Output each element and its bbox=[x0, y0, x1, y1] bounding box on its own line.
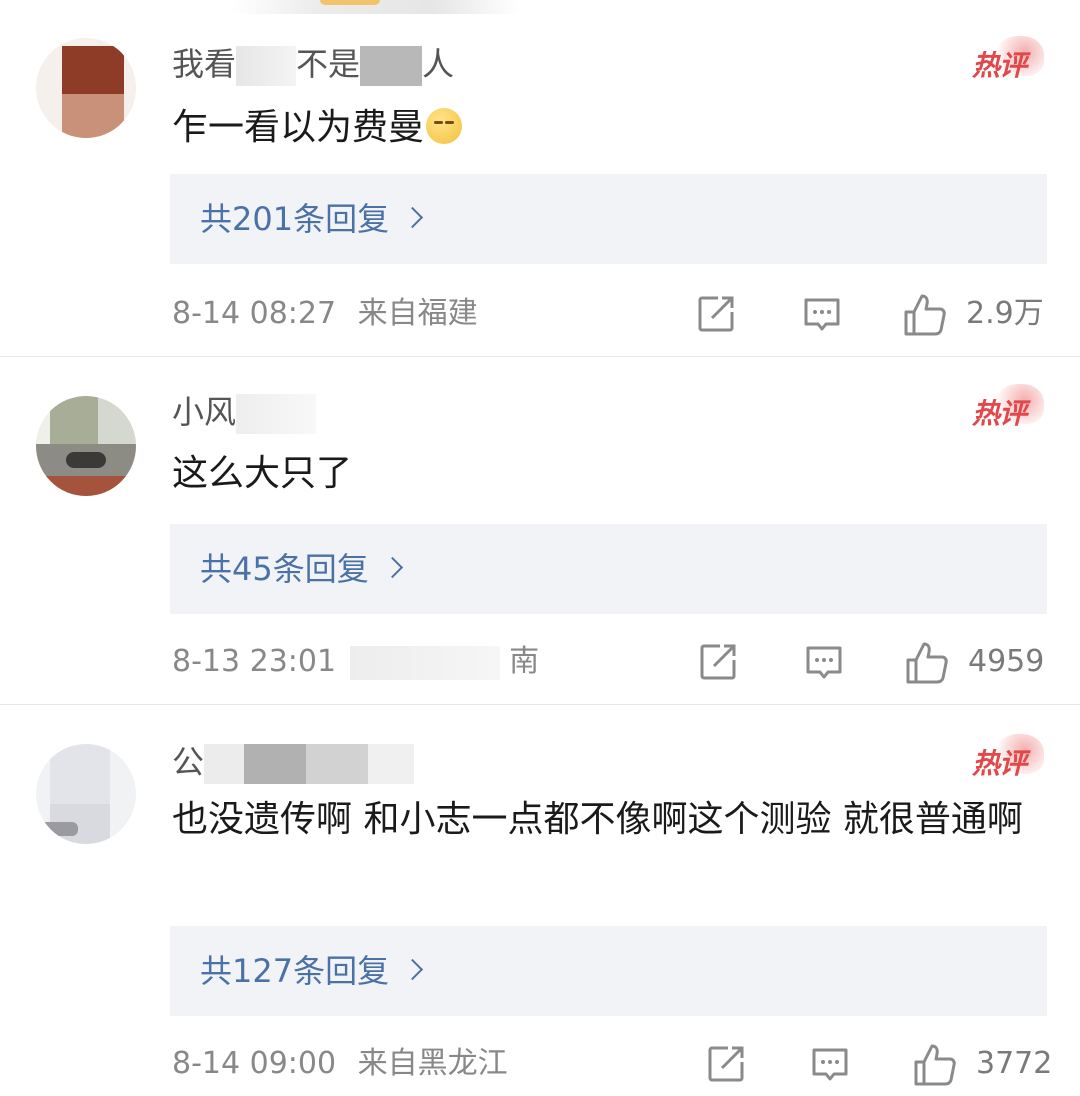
avatar[interactable] bbox=[36, 396, 136, 496]
comment-meta: 8-14 09:00 来自黑龙江 bbox=[172, 1044, 508, 1084]
comment-text: 乍一看以为费曼 bbox=[172, 100, 1042, 156]
thumbs-up-icon[interactable] bbox=[912, 1042, 958, 1088]
avatar[interactable] bbox=[36, 744, 136, 844]
comment-icon[interactable] bbox=[808, 1042, 852, 1086]
meh-face-emoji bbox=[426, 108, 463, 144]
repost-icon[interactable] bbox=[704, 1042, 748, 1086]
hot-comment-badge: 热评 bbox=[968, 384, 1044, 436]
comment-icon[interactable] bbox=[800, 292, 844, 336]
reply-thread-button[interactable]: 共201条回复 bbox=[170, 174, 1047, 264]
username[interactable]: 公 bbox=[172, 742, 415, 784]
comment-item: 公 热评 也没遗传啊 和小志一点都不像啊这个测验 就很普通啊 共127条回复 8… bbox=[0, 706, 1080, 1096]
chevron-right-icon bbox=[401, 206, 424, 229]
reply-count-label: 共127条回复 bbox=[200, 952, 390, 990]
hot-comment-badge: 热评 bbox=[968, 734, 1044, 786]
comment-text: 这么大只了 bbox=[172, 453, 353, 494]
comment-meta: 8-13 23:01 南 bbox=[172, 642, 539, 682]
avatar[interactable] bbox=[36, 38, 136, 138]
like-count: 4959 bbox=[968, 644, 1045, 679]
comment-time: 8-14 08:27 bbox=[172, 296, 337, 331]
repost-icon[interactable] bbox=[694, 292, 738, 336]
comment-time: 8-14 09:00 bbox=[172, 1046, 337, 1081]
comment-location: 来自黑龙江 bbox=[357, 1046, 508, 1081]
comment-footer: 8-14 09:00 来自黑龙江 3772 bbox=[0, 1034, 1080, 1094]
comment-meta: 8-14 08:27 来自福建 bbox=[172, 294, 478, 334]
hot-comment-badge: 热评 bbox=[968, 36, 1044, 88]
comment-footer: 8-14 08:27 来自福建 2.9万 bbox=[0, 284, 1080, 344]
chevron-right-icon bbox=[401, 958, 424, 981]
like-count: 2.9万 bbox=[966, 296, 1044, 331]
comment-item: 我看 不是人 热评 乍一看以为费曼 共201条回复 8-14 08:27 来自福建… bbox=[0, 0, 1080, 358]
username[interactable]: 我看 不是人 bbox=[172, 44, 454, 86]
reply-count-label: 共45条回复 bbox=[200, 550, 369, 588]
comment-location: 来自福建 bbox=[357, 296, 478, 331]
reply-thread-button[interactable]: 共127条回复 bbox=[170, 926, 1047, 1016]
divider bbox=[0, 704, 1080, 705]
comment-footer: 8-13 23:01 南 4959 bbox=[0, 632, 1080, 692]
comment-location: 南 bbox=[509, 644, 540, 679]
username[interactable]: 小风 bbox=[172, 392, 317, 434]
chevron-right-icon bbox=[381, 556, 403, 579]
comment-text: 也没遗传啊 和小志一点都不像啊这个测验 就很普通啊 bbox=[172, 799, 1023, 840]
divider bbox=[0, 356, 1080, 357]
repost-icon[interactable] bbox=[696, 640, 740, 684]
thumbs-up-icon[interactable] bbox=[902, 292, 948, 338]
comment-time: 8-13 23:01 bbox=[172, 644, 337, 679]
reply-count-label: 共201条回复 bbox=[200, 200, 390, 238]
thumbs-up-icon[interactable] bbox=[904, 640, 950, 686]
like-count: 3772 bbox=[976, 1046, 1053, 1081]
comment-item: 小风 热评 这么大只了 共45条回复 8-13 23:01 南 4959 bbox=[0, 358, 1080, 706]
reply-thread-button[interactable]: 共45条回复 bbox=[170, 524, 1047, 614]
comment-icon[interactable] bbox=[802, 640, 846, 684]
